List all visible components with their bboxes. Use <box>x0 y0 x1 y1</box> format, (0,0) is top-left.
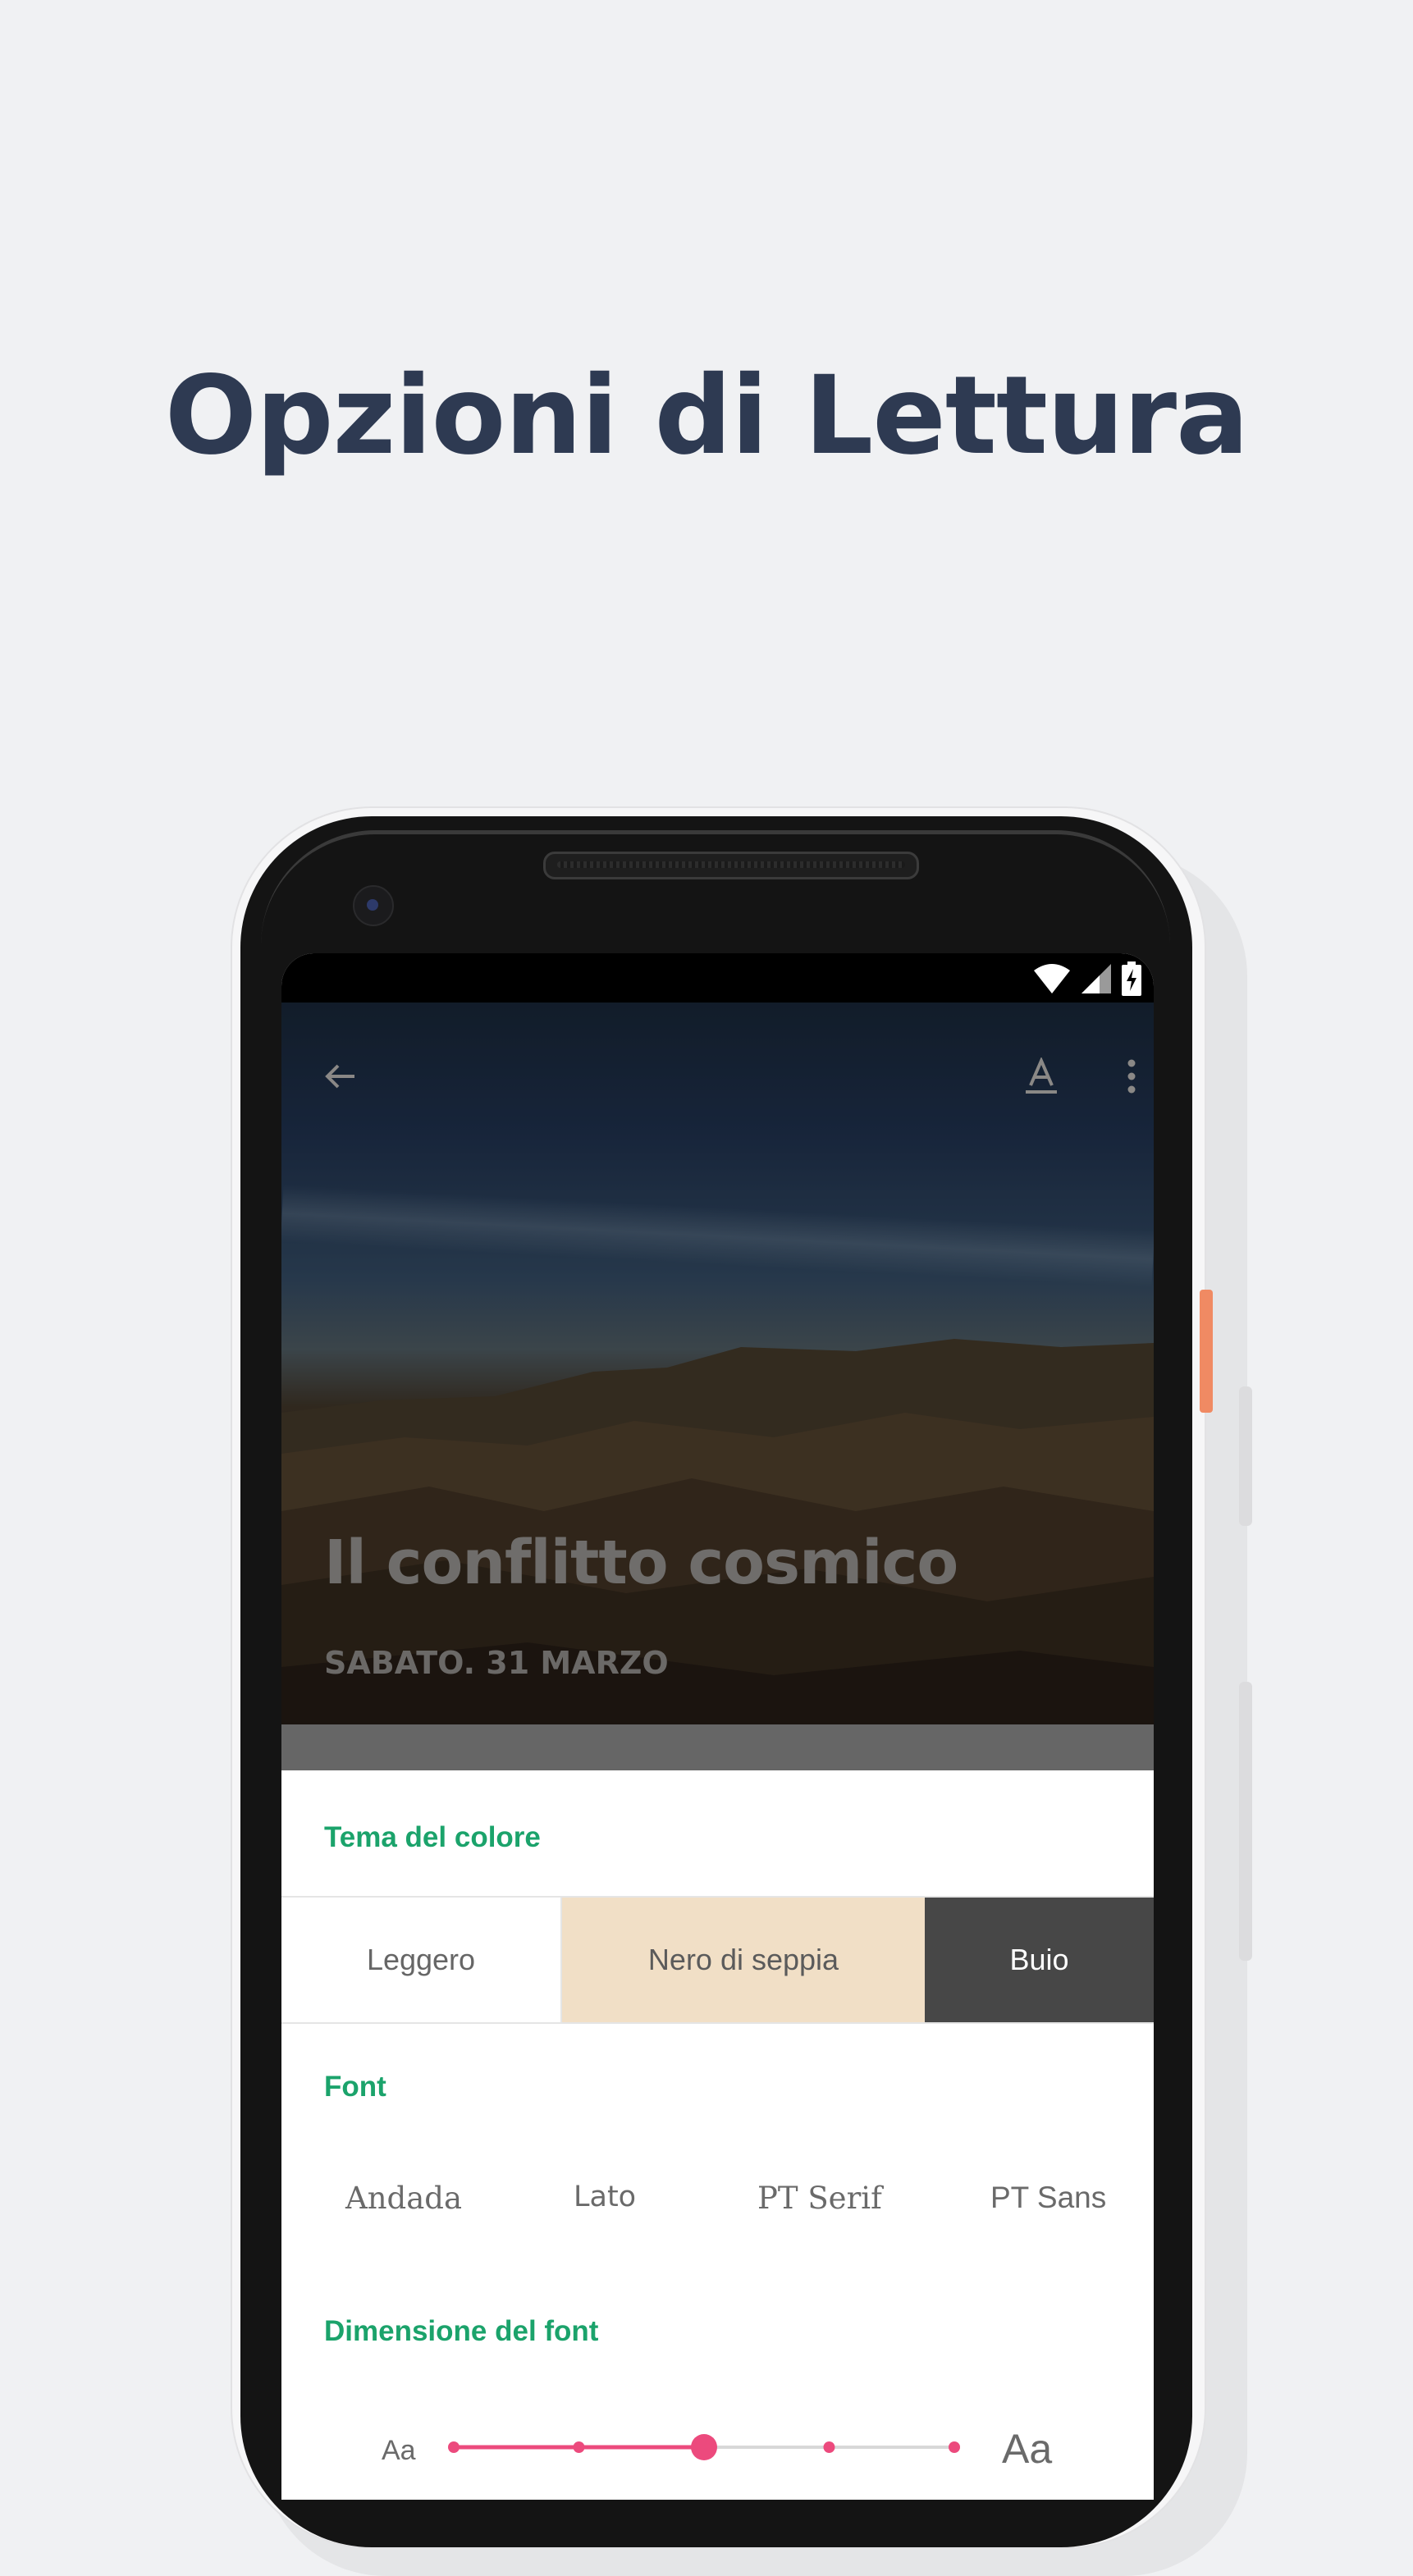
more-options-button[interactable] <box>1107 1052 1154 1101</box>
text-format-icon <box>1026 1057 1057 1094</box>
font-option-pt-serif[interactable]: PT Serif <box>757 2181 882 2216</box>
more-vert-icon <box>1127 1059 1136 1094</box>
font-option-andada[interactable]: Andada <box>345 2181 462 2216</box>
slider-tick <box>573 2441 585 2453</box>
font-label: Font <box>324 2071 386 2103</box>
back-button[interactable] <box>316 1052 365 1101</box>
font-size-slider[interactable]: Aa Aa <box>281 2418 1154 2476</box>
page-headline: Opzioni di Lettura <box>164 353 1249 479</box>
status-bar <box>281 953 1154 1003</box>
theme-option-light[interactable]: Leggero <box>281 1898 562 2022</box>
phone-speaker <box>543 852 919 879</box>
reading-options-sheet: Tema del colore Leggero Nero di seppia B… <box>281 1770 1154 2500</box>
slider-thumb[interactable] <box>691 2434 717 2460</box>
power-button <box>1200 1290 1213 1413</box>
front-camera <box>353 885 394 926</box>
font-selector: Andada Lato PT Serif PT Sans <box>281 2181 1154 2230</box>
arrow-back-icon <box>325 1064 354 1089</box>
font-size-slider-track[interactable] <box>437 2418 979 2476</box>
signal-icon <box>1081 964 1111 993</box>
color-theme-selector: Leggero Nero di seppia Buio <box>281 1896 1154 2024</box>
wifi-icon <box>1034 964 1070 993</box>
slider-tick <box>448 2441 460 2453</box>
battery-charging-icon <box>1122 961 1141 996</box>
slider-tick <box>949 2441 960 2453</box>
phone-side-button <box>1239 1682 1252 1961</box>
article-hero-image: Il conflitto cosmico SABATO. 31 MARZO <box>281 1003 1154 1724</box>
slider-tick <box>823 2441 835 2453</box>
article-title: Il conflitto cosmico <box>324 1528 958 1598</box>
font-size-small-label: Aa <box>382 2435 416 2466</box>
font-option-pt-sans[interactable]: PT Sans <box>990 2181 1106 2215</box>
color-theme-label: Tema del colore <box>324 1821 541 1853</box>
theme-option-dark[interactable]: Buio <box>925 1898 1154 2022</box>
phone-side-button <box>1239 1386 1252 1526</box>
article-date: SABATO. 31 MARZO <box>324 1645 669 1681</box>
font-option-lato[interactable]: Lato <box>574 2181 636 2213</box>
font-size-large-label: Aa <box>1002 2426 1053 2472</box>
font-size-label: Dimensione del font <box>324 2315 599 2347</box>
phone-screen: Il conflitto cosmico SABATO. 31 MARZO Te… <box>281 953 1154 2500</box>
theme-option-sepia[interactable]: Nero di seppia <box>562 1898 925 2022</box>
text-format-button[interactable] <box>1017 1052 1066 1101</box>
scrim-strip <box>281 1724 1154 1770</box>
